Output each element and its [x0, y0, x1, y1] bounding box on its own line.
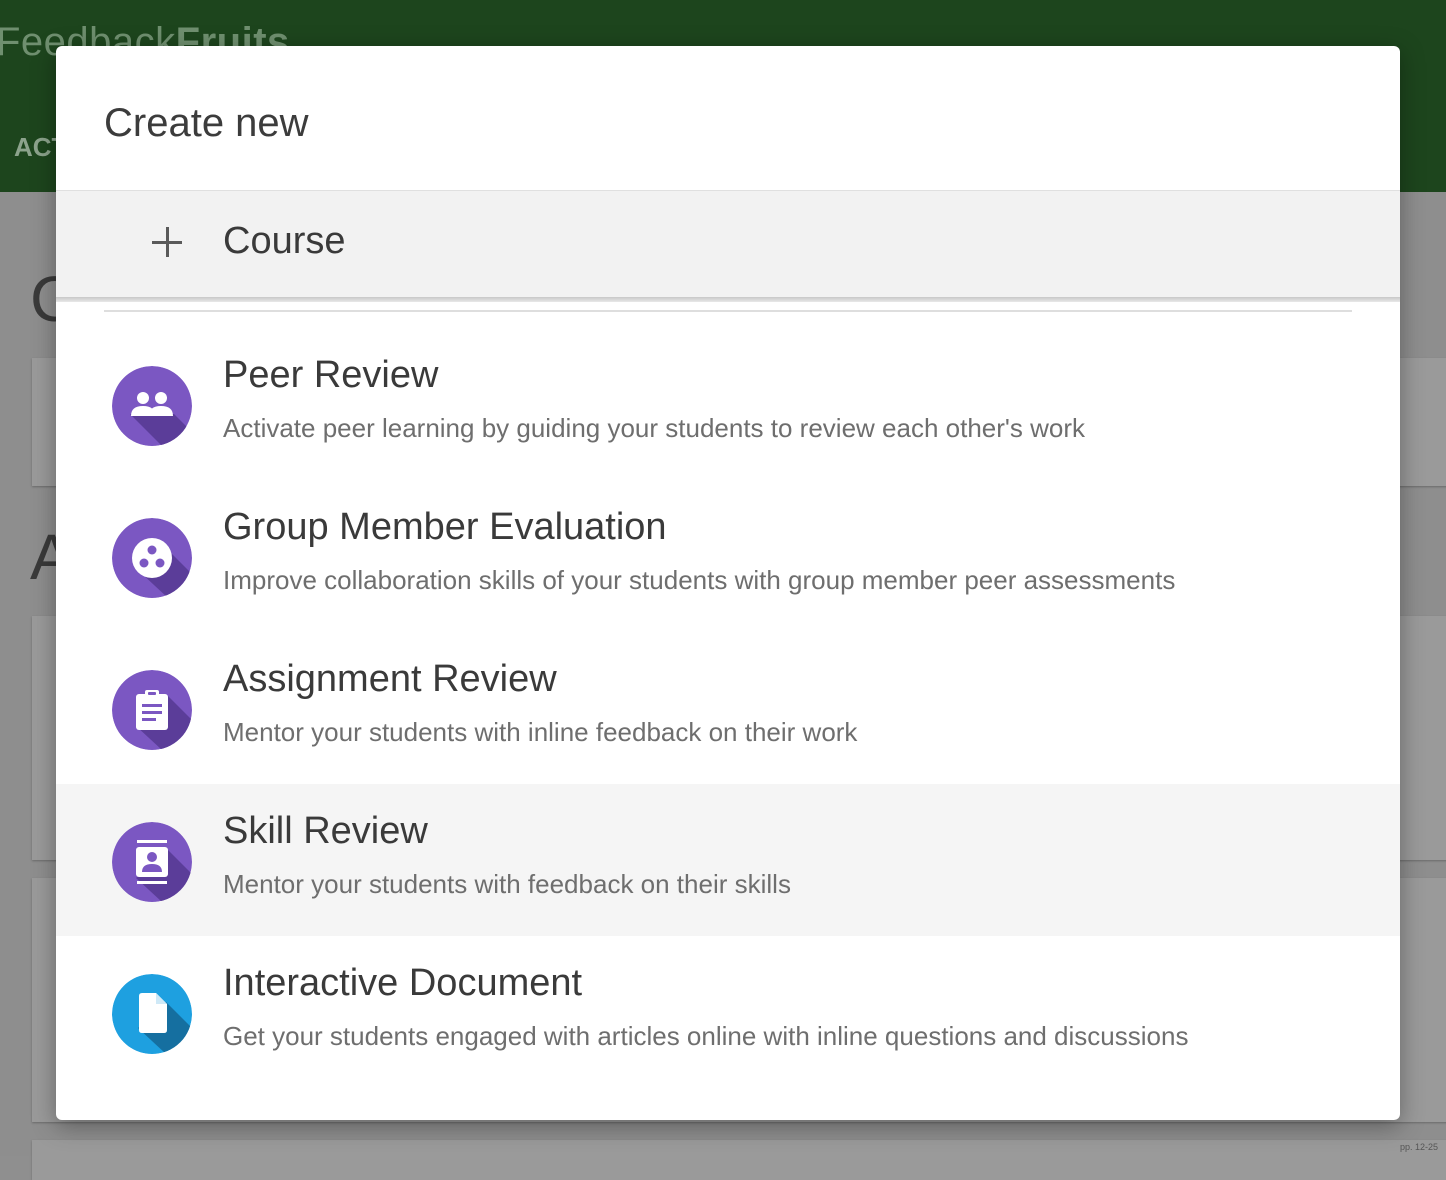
option-assignment-review[interactable]: Assignment Review Mentor your students w…	[56, 632, 1400, 784]
background-tiny-text: pp. 12-25	[1400, 1142, 1439, 1152]
option-description: Mentor your students with inline feedbac…	[223, 717, 858, 747]
option-description: Get your students engaged with articles …	[223, 1021, 1189, 1051]
create-course-button[interactable]: Course	[56, 190, 1400, 302]
create-new-dialog: Create new Course Peer Review Activate p…	[56, 46, 1400, 1120]
option-title: Peer Review	[223, 354, 439, 396]
course-label: Course	[223, 220, 346, 262]
divider	[104, 310, 1352, 312]
background-card	[32, 1140, 1446, 1180]
option-description: Activate peer learning by guiding your s…	[223, 413, 1085, 443]
people-icon	[112, 366, 192, 446]
option-group-member-evaluation[interactable]: Group Member Evaluation Improve collabor…	[56, 480, 1400, 632]
option-skill-review[interactable]: Skill Review Mentor your students with f…	[56, 784, 1400, 936]
option-title: Interactive Document	[223, 962, 583, 1004]
option-interactive-document[interactable]: Interactive Document Get your students e…	[56, 936, 1400, 1088]
option-title: Assignment Review	[223, 658, 557, 700]
plus-icon	[152, 227, 182, 257]
option-title: Group Member Evaluation	[223, 506, 667, 548]
contact-card-icon	[112, 822, 192, 902]
dialog-title: Create new	[104, 101, 309, 145]
option-description: Improve collaboration skills of your stu…	[223, 565, 1176, 595]
option-title: Skill Review	[223, 810, 428, 852]
option-peer-review[interactable]: Peer Review Activate peer learning by gu…	[56, 328, 1400, 480]
clipboard-icon	[112, 670, 192, 750]
option-description: Mentor your students with feedback on th…	[223, 869, 791, 899]
group-circles-icon	[112, 518, 192, 598]
document-icon	[112, 974, 192, 1054]
